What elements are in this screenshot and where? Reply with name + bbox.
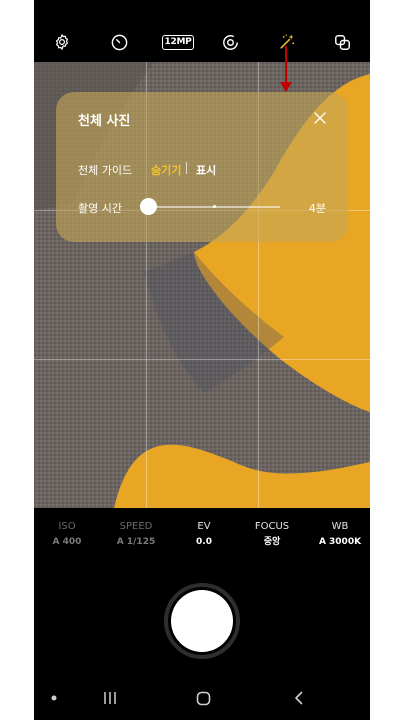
back-button[interactable] [287, 680, 311, 716]
panel-title: 천체 사진 [78, 114, 131, 129]
guide-label: 천체 가이드 [78, 164, 133, 177]
option-divider [186, 162, 187, 174]
home-icon [196, 691, 210, 705]
setting-name: WB [331, 521, 349, 532]
gear-icon [56, 34, 68, 50]
dot-indicator [48, 680, 60, 716]
timer-button[interactable] [103, 22, 135, 62]
top-toolbar: 12MP [34, 22, 370, 62]
recent-apps-icon [104, 692, 116, 704]
guide-hide-option[interactable]: 숨기기 [151, 162, 181, 178]
shutter-button[interactable] [171, 590, 233, 652]
annotation-arrow [280, 46, 292, 92]
close-icon [314, 112, 326, 124]
slider-tick [213, 205, 216, 208]
home-button[interactable] [191, 680, 215, 716]
resolution-badge: 12MP [161, 34, 195, 50]
back-icon [295, 691, 303, 705]
setting-value: A 3000K [318, 537, 362, 547]
settings-button[interactable] [46, 22, 78, 62]
astro-photo-panel: 천체 사진 천체 가이드 숨기기 표시 촬영 시간 4분 [56, 92, 348, 242]
exposure-time-label: 촬영 시간 [78, 202, 122, 215]
mode-switch-button[interactable] [326, 22, 358, 62]
resolution-button[interactable]: 12MP [158, 22, 198, 62]
pro-settings-row: ISO A 400 SPEED A 1/125 EV 0.0 FOCUS 중앙 … [34, 520, 370, 554]
wb-setting[interactable]: WB A 3000K [300, 520, 370, 550]
close-button[interactable] [308, 106, 332, 130]
guide-show-option[interactable]: 표시 [196, 162, 216, 178]
motion-photo-button[interactable] [214, 22, 246, 62]
dot-icon [51, 695, 57, 701]
grid-line [34, 359, 370, 360]
system-nav-bar [34, 680, 370, 716]
motion-photo-icon [222, 34, 238, 50]
camera-app: 12MP 천체 사진 천체 가이드 숨기기 표시 촬영 시간 4분 ISO A … [34, 0, 370, 720]
timer-icon [111, 34, 127, 50]
slider-handle[interactable] [140, 198, 157, 215]
recent-apps-button[interactable] [98, 680, 122, 716]
exposure-time-value: 4분 [308, 202, 326, 215]
mode-switch-icon [334, 34, 350, 50]
